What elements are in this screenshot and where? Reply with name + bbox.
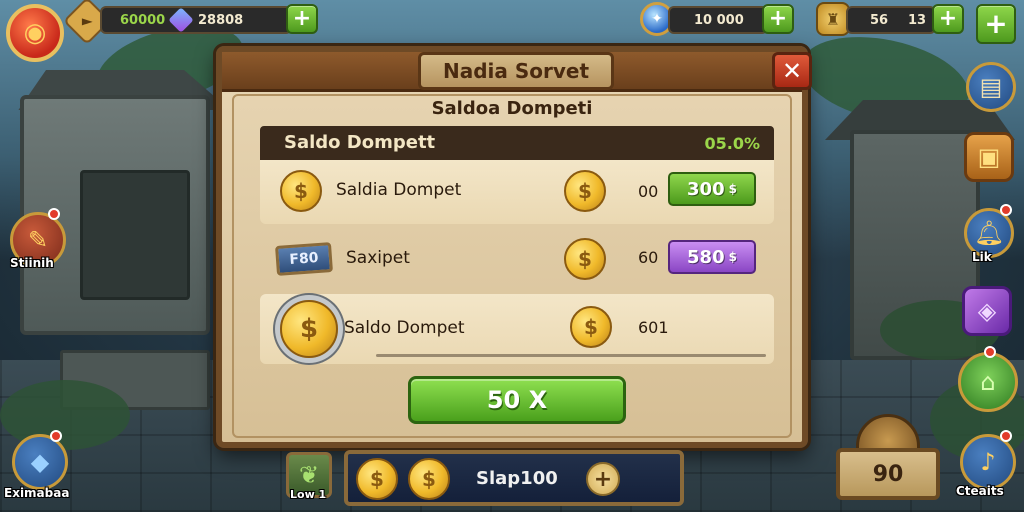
- divider: [376, 354, 766, 357]
- items-bar: 56 13: [846, 6, 936, 34]
- bottom-wallet-panel: $ $ Slap100 +: [344, 450, 684, 506]
- bush: [0, 380, 130, 450]
- notification-dot: [48, 208, 60, 220]
- coin-icon: $: [564, 238, 606, 280]
- add-funds-button[interactable]: +: [586, 462, 620, 496]
- chest-icon[interactable]: ▣: [964, 132, 1014, 182]
- house-icon[interactable]: ⌂: [958, 352, 1018, 412]
- notification-dot: [50, 430, 62, 442]
- notification-dot: [1000, 204, 1012, 216]
- notification-dot: [984, 346, 996, 358]
- mana-value: 10 000: [694, 13, 744, 28]
- add-mana-button[interactable]: +: [762, 4, 794, 34]
- left-icon-label: Eximabaa: [4, 486, 70, 500]
- row-label: Saldia Dompet: [336, 180, 462, 200]
- items-a-value: 56: [870, 13, 889, 28]
- gems-coins-bar: 60000 28808: [100, 6, 292, 34]
- book-icon[interactable]: ▤: [966, 62, 1016, 112]
- list-item: F80 Saxipet $ 60 580 $: [260, 232, 774, 288]
- ticket-icon: F80: [275, 242, 333, 276]
- add-button-large[interactable]: +: [976, 4, 1016, 44]
- horn-shop-icon[interactable]: ♪: [960, 434, 1016, 490]
- bottom-wallet-label: Slap100: [476, 468, 558, 489]
- items-b-value: 13: [908, 13, 927, 28]
- coin-icon: $: [564, 170, 606, 212]
- gem-bag-icon[interactable]: ◈: [962, 286, 1012, 336]
- close-button[interactable]: ✕: [772, 52, 812, 90]
- right-icon-label: Cteaits: [956, 484, 1004, 498]
- wallet-summary-title: Saldo Dompett: [284, 132, 436, 153]
- notification-dot: [1000, 430, 1012, 442]
- wallet-summary-bar: Saldo Dompett 05.0%: [260, 126, 774, 160]
- currency-symbol: $: [728, 250, 737, 264]
- buy-button[interactable]: 300 $: [668, 172, 756, 206]
- coin-icon: $: [570, 306, 612, 348]
- row-quantity: 60: [638, 248, 659, 267]
- buy-button[interactable]: 580 $: [668, 240, 756, 274]
- shop-dialog: Nadia Sorvet ✕ Saldoa Dompeti Saldo Domp…: [216, 46, 812, 448]
- add-items-button[interactable]: +: [932, 4, 964, 34]
- left-icon-label: Stiinih: [10, 256, 54, 270]
- gem-icon: [168, 7, 194, 33]
- price-value: 300: [687, 178, 725, 200]
- left-shrine-alcove: [80, 170, 190, 300]
- add-gems-button[interactable]: +: [286, 4, 318, 34]
- row-quantity: 601: [638, 318, 669, 337]
- price-value: 580: [687, 246, 725, 268]
- score-box: 90: [836, 448, 940, 500]
- crystal-icon[interactable]: ◆: [12, 434, 68, 490]
- horn-icon: ♜: [816, 2, 850, 36]
- wallet-summary-value: 05.0%: [704, 134, 760, 153]
- coin-icon: $: [408, 458, 450, 500]
- mana-bar: 10 000: [668, 6, 768, 34]
- list-item: $ Saldia Dompet $ 00 300 $: [260, 160, 774, 224]
- leaf-badge-label: Low 1: [290, 488, 327, 501]
- coin-icon: $: [356, 458, 398, 500]
- row-label: Saldo Dompet: [344, 318, 465, 338]
- profile-medal-icon[interactable]: ◉: [6, 4, 64, 62]
- currency-symbol: $: [728, 182, 737, 196]
- confirm-button[interactable]: 50 X: [408, 376, 626, 424]
- dialog-title: Nadia Sorvet: [418, 52, 614, 90]
- coin-icon: $: [280, 170, 322, 212]
- gems-value: 60000: [120, 13, 166, 28]
- row-label: Saxipet: [346, 248, 410, 268]
- coins-value: 28808: [198, 13, 244, 28]
- right-icon-label: Lik: [972, 250, 992, 264]
- dialog-subtitle: Saldoa Dompeti: [431, 98, 593, 119]
- row-quantity: 00: [638, 182, 659, 201]
- list-item: $ Saldo Dompet $ 601: [260, 294, 774, 364]
- large-coin-icon: $: [280, 300, 338, 358]
